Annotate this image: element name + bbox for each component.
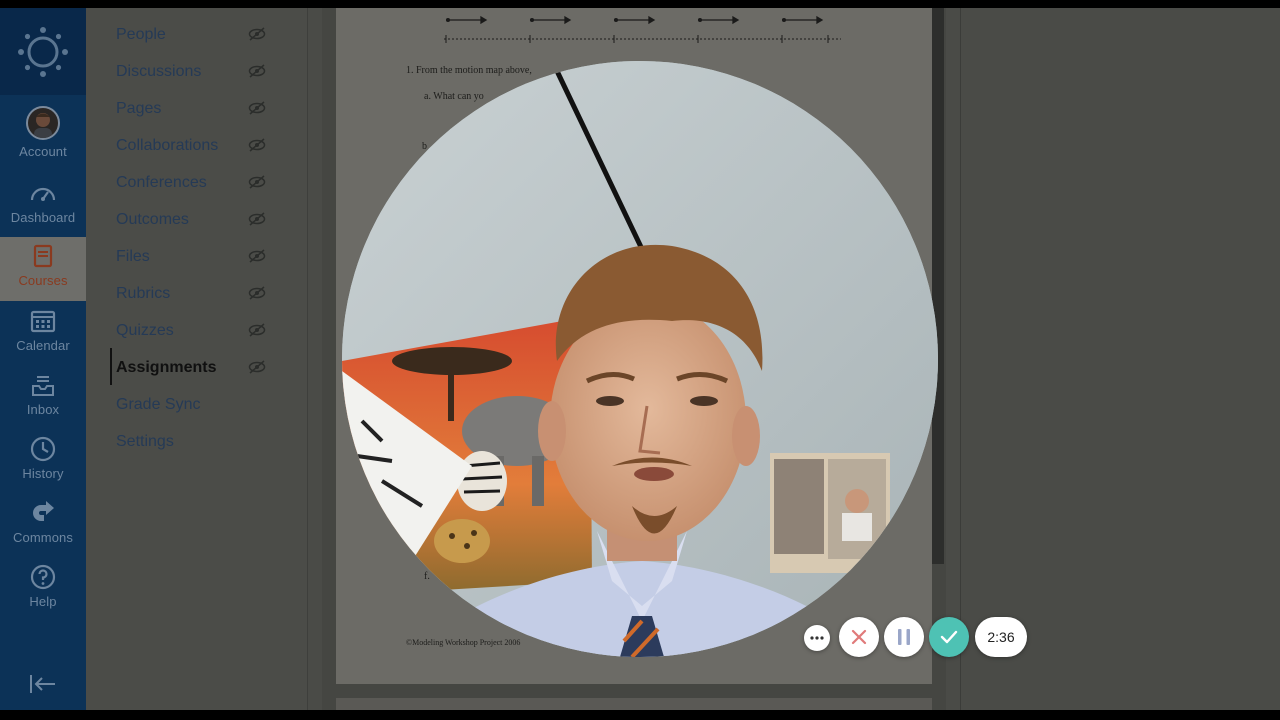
course-nav-collaborations[interactable]: Collaborations	[116, 137, 218, 155]
course-navigation: People Discussions Pages Collaborations …	[86, 8, 308, 710]
recorder-more-button[interactable]	[804, 625, 830, 651]
hidden-eye-icon	[248, 323, 266, 337]
right-panel-divider	[960, 8, 961, 710]
account-avatar	[26, 106, 60, 140]
nav-dashboard-label: Dashboard	[10, 210, 76, 225]
nav-account[interactable]: Account	[0, 100, 86, 164]
courses-icon	[33, 244, 53, 268]
course-nav-pages[interactable]: Pages	[116, 100, 161, 118]
nav-courses[interactable]: Courses	[0, 237, 86, 301]
recording-timer: 2:36	[975, 617, 1027, 657]
active-indicator	[110, 348, 112, 385]
nav-calendar-label: Calendar	[16, 338, 70, 353]
doc-footer: ©Modeling Workshop Project 2006	[406, 638, 521, 647]
recorder-cancel-button[interactable]	[839, 617, 879, 657]
course-nav-grade-sync[interactable]: Grade Sync	[116, 396, 200, 414]
hidden-eye-icon	[248, 138, 266, 152]
webcam-video-frame	[342, 61, 938, 657]
nav-inbox[interactable]: Inbox	[0, 366, 86, 430]
hidden-eye-icon	[248, 175, 266, 189]
doc-question-1: 1. From the motion map above,	[406, 65, 532, 76]
nav-history-label: History	[22, 466, 64, 481]
course-nav-rubrics[interactable]: Rubrics	[116, 285, 170, 303]
close-icon	[851, 629, 867, 645]
nav-history[interactable]: History	[0, 430, 86, 494]
nav-dashboard[interactable]: Dashboard	[0, 174, 86, 238]
nav-inbox-label: Inbox	[26, 402, 60, 417]
canvas-logo[interactable]	[0, 8, 86, 95]
nav-help-label: Help	[29, 594, 57, 609]
nav-courses-label: Courses	[18, 273, 68, 288]
doc-question-1a: a. What can yo	[424, 91, 484, 102]
more-dots-icon	[810, 636, 824, 640]
course-nav-people[interactable]: People	[116, 26, 166, 44]
pause-icon	[898, 629, 910, 645]
nav-commons-label: Commons	[13, 530, 73, 545]
nav-account-label: Account	[19, 144, 67, 159]
course-nav-quizzes[interactable]: Quizzes	[116, 322, 174, 340]
document-next-page	[336, 698, 932, 710]
course-nav-files[interactable]: Files	[116, 248, 150, 266]
calendar-icon	[30, 310, 56, 333]
check-icon	[940, 630, 958, 644]
doc-question-1f: f.	[424, 571, 430, 582]
course-nav-conferences[interactable]: Conferences	[116, 174, 207, 192]
hidden-eye-icon	[248, 286, 266, 300]
hidden-eye-icon	[248, 249, 266, 263]
dashboard-icon	[30, 187, 56, 201]
hidden-eye-icon	[248, 212, 266, 226]
global-navigation: Account Dashboard Courses Calendar Inbox…	[0, 8, 86, 710]
content-divider	[307, 8, 308, 710]
document-scrollbar[interactable]	[932, 8, 944, 564]
history-icon	[30, 436, 56, 462]
hidden-eye-icon	[248, 360, 266, 374]
canvas-logo-icon	[18, 27, 68, 77]
course-nav-settings[interactable]: Settings	[116, 433, 174, 451]
course-nav-discussions[interactable]: Discussions	[116, 63, 201, 81]
nav-commons[interactable]: Commons	[0, 494, 86, 558]
course-nav-assignments[interactable]: Assignments	[116, 359, 216, 377]
help-icon	[30, 564, 56, 590]
nav-help[interactable]: Help	[0, 558, 86, 622]
commons-icon	[33, 501, 54, 521]
nav-calendar[interactable]: Calendar	[0, 302, 86, 366]
hidden-eye-icon	[248, 64, 266, 78]
screen: Account Dashboard Courses Calendar Inbox…	[0, 8, 1280, 710]
hidden-eye-icon	[248, 101, 266, 115]
hidden-eye-icon	[248, 27, 266, 41]
recorder-pause-button[interactable]	[884, 617, 924, 657]
inbox-icon	[32, 376, 54, 396]
motion-map	[444, 15, 841, 43]
course-nav-outcomes[interactable]: Outcomes	[116, 211, 189, 229]
collapse-nav-icon[interactable]	[28, 672, 58, 696]
webcam-preview[interactable]	[342, 61, 938, 657]
recorder-done-button[interactable]	[929, 617, 969, 657]
